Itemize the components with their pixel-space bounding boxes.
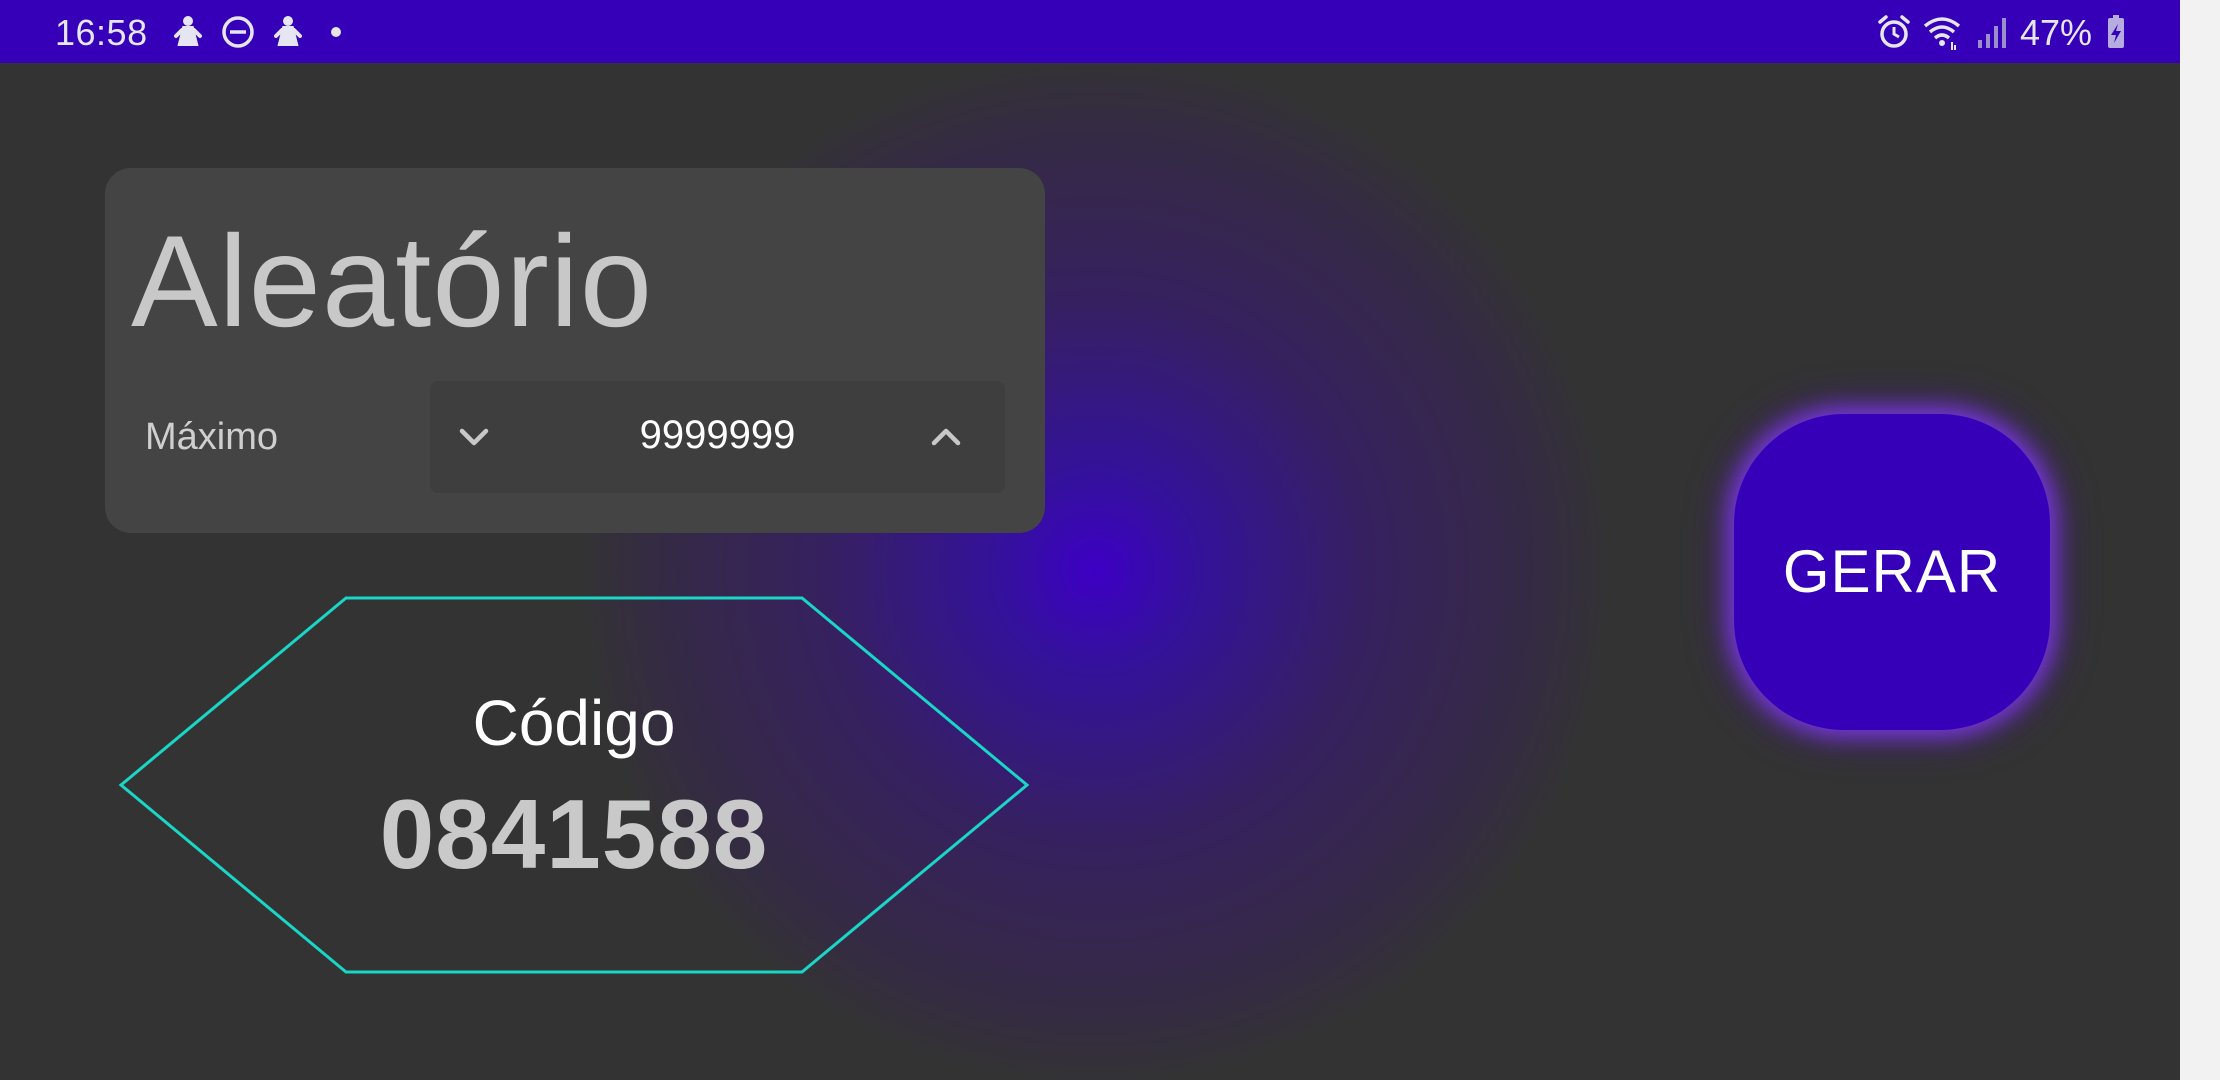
generate-button[interactable]: GERAR [1734,414,2050,730]
main-content: 16:58 47% Aleatório Máximo 9999999 Códig… [0,0,2180,1080]
battery-charging-icon [2108,15,2124,48]
screen-edge [2180,0,2220,1080]
page-title: Aleatório [131,208,654,354]
status-bar: 16:58 47% [0,0,2180,63]
max-value-stepper[interactable]: 9999999 [430,381,1005,493]
status-time: 16:58 [55,12,148,53]
person-notification-icon [174,16,202,46]
person-notification-icon [274,16,302,46]
alarm-icon [1878,15,1910,48]
do-not-disturb-icon [222,16,254,48]
code-label: Código [472,687,676,759]
signal-icon [1978,18,2006,48]
app-screen: 16:58 47% Aleatório Máximo 9999999 Códig… [0,0,2220,1080]
wifi-icon [1923,17,1961,50]
code-value: 0841588 [379,779,769,889]
random-settings-card: Aleatório Máximo 9999999 [105,168,1045,533]
chevron-up-icon[interactable] [920,411,972,463]
max-label: Máximo [145,416,279,458]
max-value[interactable]: 9999999 [430,413,1005,458]
battery-percent: 47% [2020,12,2093,53]
dot-icon [331,27,341,37]
